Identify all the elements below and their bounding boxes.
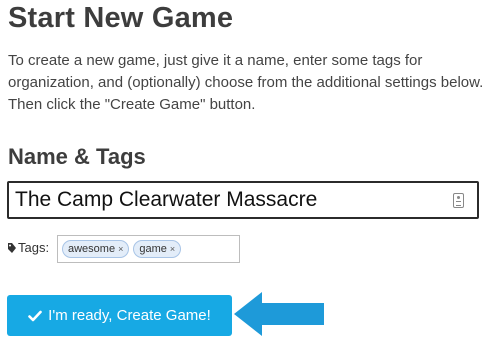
game-name-input[interactable]: The Camp Clearwater Massacre (7, 181, 479, 219)
tags-label-group: Tags: (7, 240, 49, 255)
tag-chip-label: awesome (68, 243, 116, 255)
name-tags-heading: Name & Tags (8, 144, 146, 169)
tags-label: Tags: (18, 240, 50, 255)
tag-chip-label: game (139, 243, 167, 255)
tag-chip-awesome: awesome × (62, 240, 130, 258)
game-name-value[interactable]: The Camp Clearwater Massacre (15, 188, 453, 212)
tag-icon (8, 242, 16, 253)
tag-remove-icon[interactable]: × (118, 244, 123, 254)
intro-text: To create a new game, just give it a nam… (8, 52, 484, 113)
tags-input[interactable]: awesome × game × (57, 235, 240, 263)
tag-chip-game: game × (133, 240, 182, 258)
create-game-button[interactable]: I'm ready, Create Game! (7, 295, 232, 336)
tag-remove-icon[interactable]: × (170, 244, 175, 254)
left-arrow-icon (234, 292, 324, 336)
contact-card-icon[interactable] (453, 192, 464, 208)
page-title: Start New Game (8, 2, 234, 34)
create-game-label: I'm ready, Create Game! (48, 307, 211, 324)
checkmark-icon (28, 310, 42, 321)
